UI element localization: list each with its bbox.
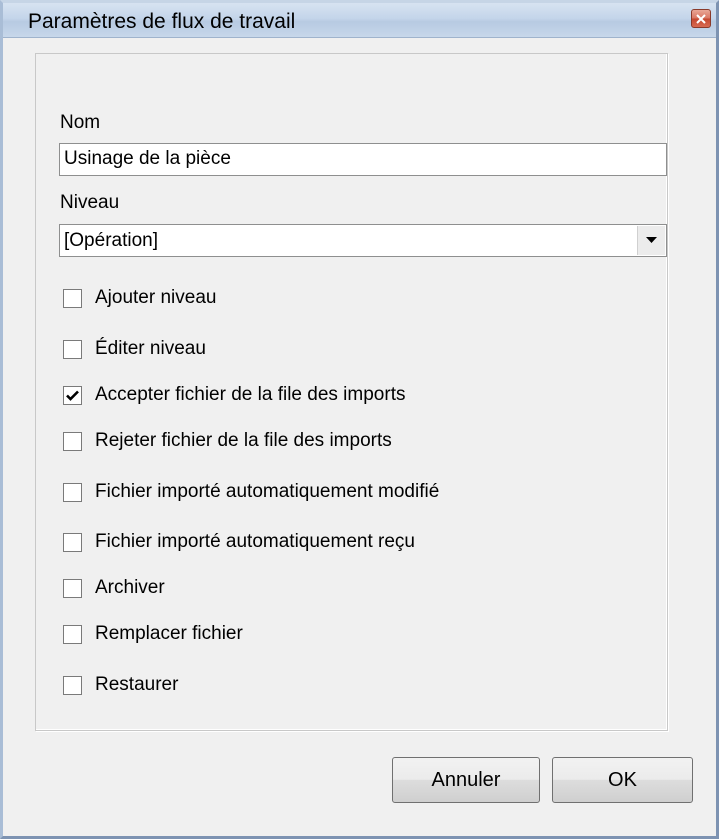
option-checkbox[interactable] <box>63 624 82 644</box>
option-label: Restaurer <box>95 674 179 695</box>
option-checkbox[interactable] <box>63 675 82 695</box>
option-checkbox[interactable] <box>63 578 82 598</box>
option-checkbox[interactable] <box>63 532 82 552</box>
level-label: Niveau <box>60 192 120 213</box>
option-row[interactable]: Ajouter niveau <box>63 286 216 310</box>
option-label: Remplacer fichier <box>95 623 243 644</box>
option-label: Rejeter fichier de la file des imports <box>95 430 392 451</box>
option-label: Archiver <box>95 577 165 598</box>
option-checkbox[interactable] <box>63 482 82 502</box>
option-checkbox[interactable] <box>63 288 82 308</box>
checkmark-icon <box>66 390 79 401</box>
option-row[interactable]: Accepter fichier de la file des imports <box>63 383 405 407</box>
cancel-button[interactable]: Annuler <box>392 757 540 803</box>
option-row[interactable]: Archiver <box>63 576 165 600</box>
option-row[interactable]: Rejeter fichier de la file des imports <box>63 429 392 453</box>
close-icon <box>696 13 706 24</box>
option-label: Fichier importé automatiquement modifié <box>95 481 440 502</box>
level-dropdown-button[interactable] <box>637 226 665 255</box>
option-row[interactable]: Fichier importé automatiquement modifié <box>63 480 439 504</box>
option-row[interactable]: Fichier importé automatiquement reçu <box>63 530 415 554</box>
window-title: Paramètres de flux de travail <box>28 10 296 33</box>
option-checkbox[interactable] <box>63 339 82 359</box>
name-input[interactable]: Usinage de la pièce <box>59 143 667 176</box>
option-checkbox[interactable] <box>63 385 82 405</box>
title-bar[interactable]: Paramètres de flux de travail <box>3 3 716 38</box>
option-checkbox[interactable] <box>63 431 82 451</box>
name-label: Nom <box>60 112 101 133</box>
option-label: Éditer niveau <box>95 338 206 359</box>
option-label: Accepter fichier de la file des imports <box>95 384 406 405</box>
chevron-down-icon <box>646 237 657 243</box>
ok-button[interactable]: OK <box>552 757 693 803</box>
level-select-value: [Opération] <box>64 230 158 251</box>
option-label: Fichier importé automatiquement reçu <box>95 531 415 552</box>
option-label: Ajouter niveau <box>95 287 217 308</box>
level-select[interactable]: [Opération] <box>59 224 667 257</box>
option-row[interactable]: Restaurer <box>63 673 178 697</box>
close-button[interactable] <box>691 9 711 28</box>
option-row[interactable]: Éditer niveau <box>63 337 206 361</box>
option-row[interactable]: Remplacer fichier <box>63 622 243 646</box>
